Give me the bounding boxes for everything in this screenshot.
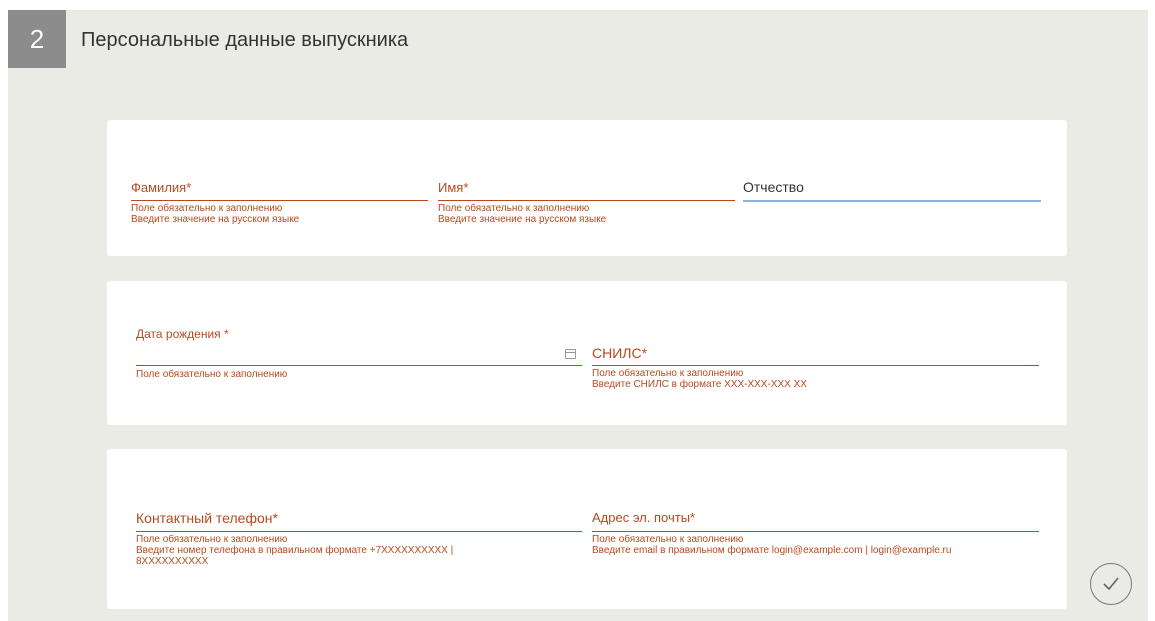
surname-input-line[interactable] [131, 200, 428, 201]
patronymic-field[interactable]: Отчество [743, 172, 1041, 232]
email-label: Адрес эл. почты* [592, 510, 696, 525]
section-title: Персональные данные выпускника [81, 29, 409, 51]
patronymic-label: Отчество [743, 179, 804, 195]
snils-input-line[interactable] [592, 365, 1039, 366]
name-input-line[interactable] [438, 200, 735, 201]
contacts-card: Контактный телефон* Поле обязательно к з… [107, 449, 1067, 609]
name-label: Имя* [438, 180, 469, 195]
snils-field[interactable]: СНИЛС* Поле обязательно к заполнению Вве… [592, 337, 1039, 397]
birthdate-snils-card: Дата рождения * Поле обязательно к запол… [107, 281, 1067, 425]
fio-card: Фамилия* Поле обязательно к заполнению В… [107, 120, 1067, 256]
phone-label: Контактный телефон* [136, 510, 278, 526]
email-hint-format: Введите email в правильном формате login… [592, 545, 952, 556]
step-number-badge: 2 [8, 10, 66, 68]
name-hint-required: Поле обязательно к заполнению [438, 203, 590, 214]
phone-hint-required: Поле обязательно к заполнению [136, 534, 288, 545]
birthdate-field[interactable]: Дата рождения * Поле обязательно к запол… [136, 327, 582, 387]
name-field[interactable]: Имя* Поле обязательно к заполнению Введи… [438, 172, 735, 232]
snils-label: СНИЛС* [592, 345, 648, 361]
calendar-icon[interactable] [565, 349, 576, 359]
birthdate-hint-required: Поле обязательно к заполнению [136, 369, 288, 380]
birthdate-label: Дата рождения * [136, 327, 229, 341]
birthdate-input-line[interactable] [136, 365, 582, 366]
surname-hint-language: Введите значение на русском языке [131, 214, 300, 225]
name-hint-language: Введите значение на русском языке [438, 214, 607, 225]
email-input-line[interactable] [592, 531, 1039, 532]
form-section: 2 Персональные данные выпускника Фамилия… [8, 10, 1148, 621]
patronymic-input-line[interactable] [743, 200, 1041, 202]
snils-hint-format: Введите СНИЛС в формате XXX-XXX-XXX XX [592, 379, 807, 390]
snils-hint-required: Поле обязательно к заполнению [592, 368, 744, 379]
phone-input-line[interactable] [136, 531, 582, 532]
surname-field[interactable]: Фамилия* Поле обязательно к заполнению В… [131, 172, 428, 232]
phone-field[interactable]: Контактный телефон* Поле обязательно к з… [136, 503, 582, 583]
checkmark-circle-icon [1103, 577, 1119, 591]
surname-hint-required: Поле обязательно к заполнению [131, 203, 283, 214]
surname-label: Фамилия* [131, 180, 192, 195]
email-field[interactable]: Адрес эл. почты* Поле обязательно к запо… [592, 503, 1039, 583]
phone-hint-format: Введите номер телефона в правильном форм… [136, 545, 454, 567]
email-hint-required: Поле обязательно к заполнению [592, 534, 744, 545]
submit-check-button[interactable] [1090, 563, 1132, 605]
